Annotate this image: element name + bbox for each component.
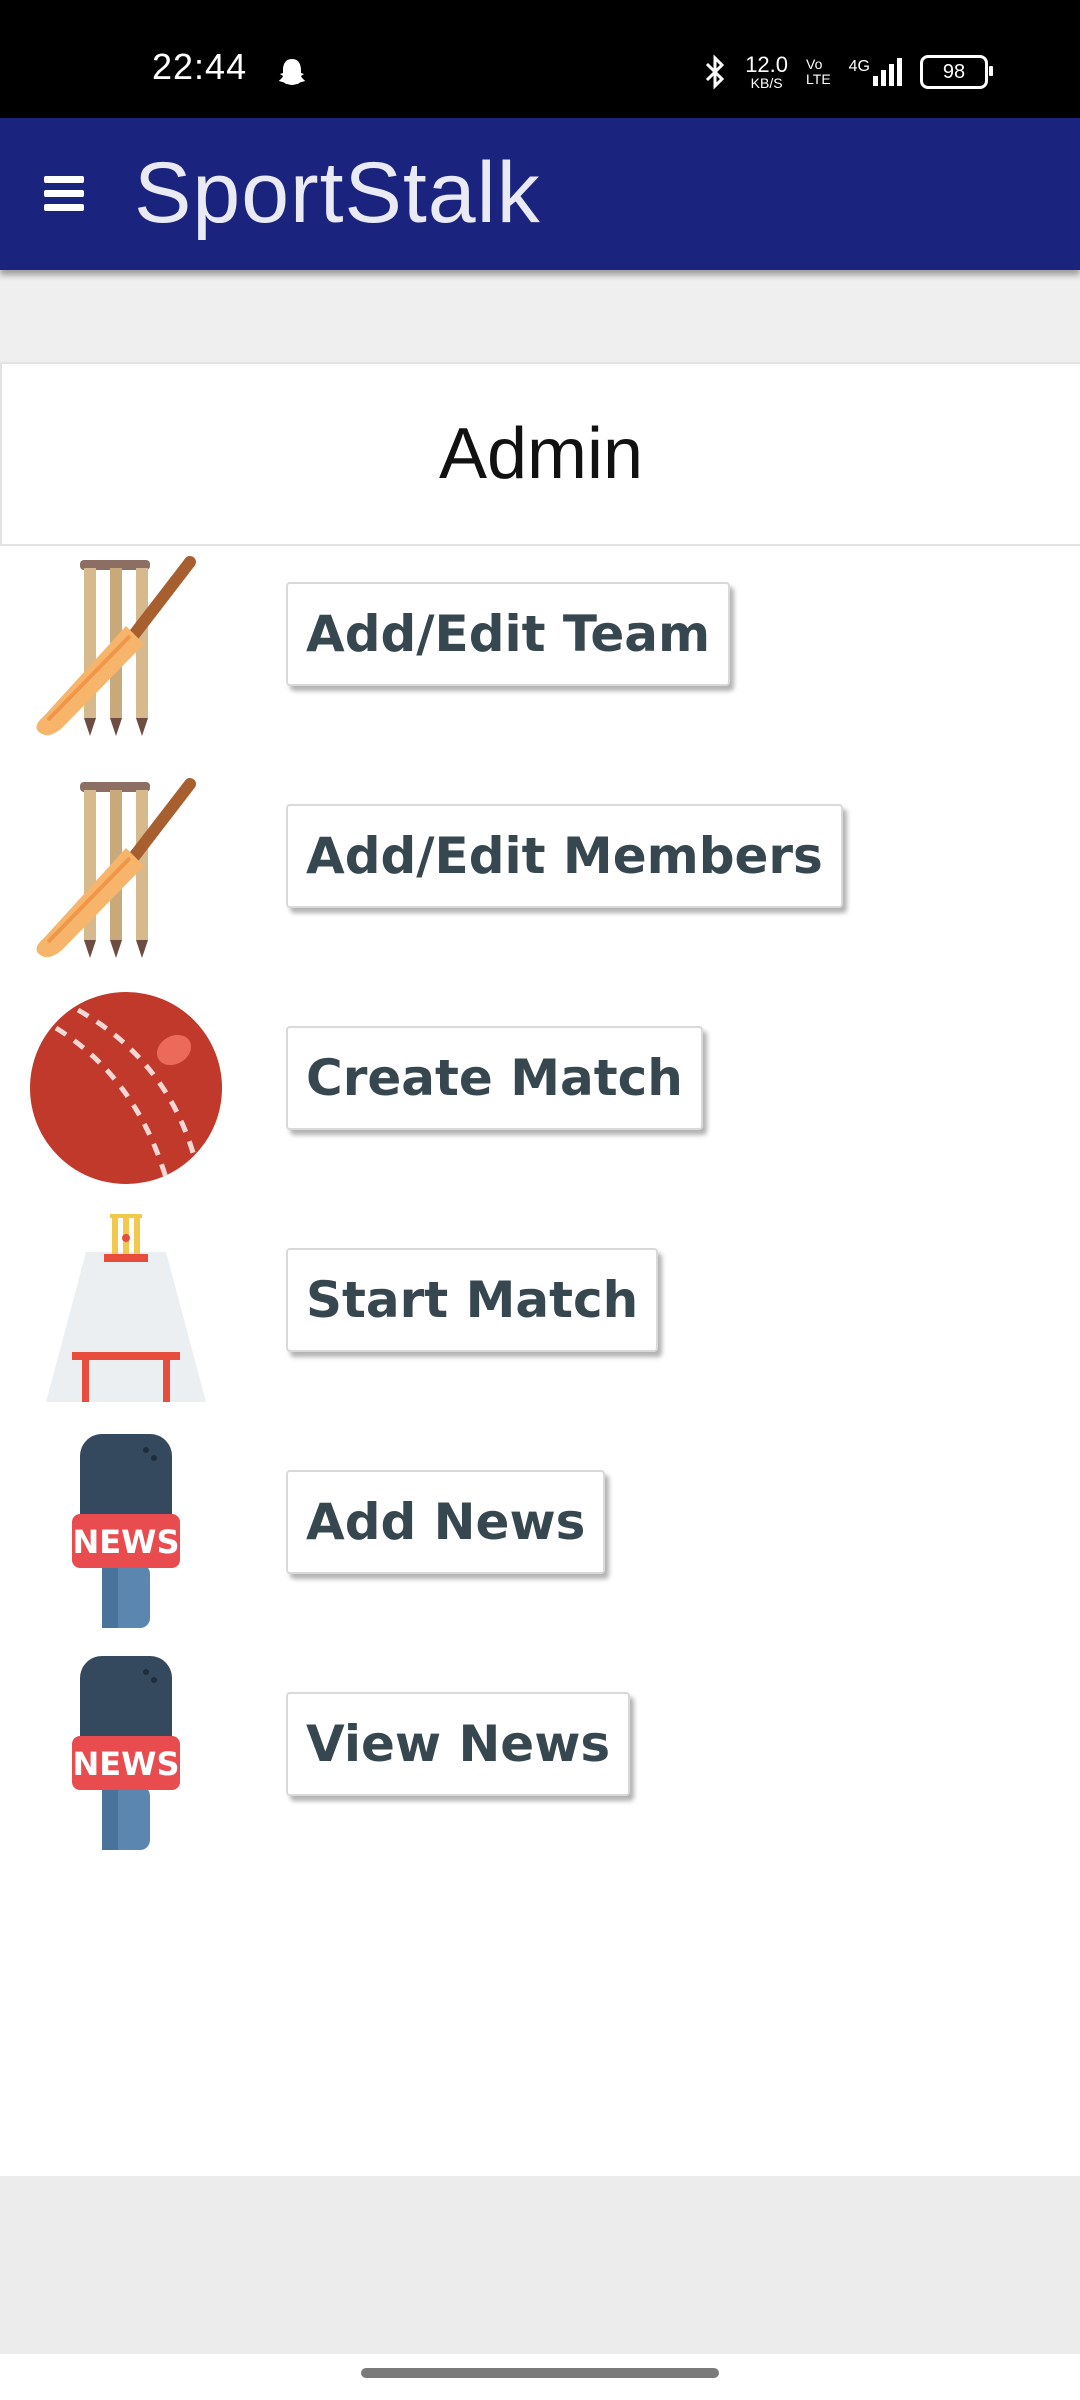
menu-row-create-match: Create Match — [0, 988, 1080, 1188]
news-label: NEWS — [73, 1745, 180, 1783]
add-news-button[interactable]: Add News — [286, 1470, 606, 1574]
bottom-area — [0, 2176, 1080, 2354]
cricket-bat-wickets-icon — [26, 766, 226, 966]
menu-row-view-news: NEWS View News — [0, 1654, 1080, 1854]
status-bar: 22:44 12.0 KB/S Vo LTE 4G 98 — [0, 0, 1080, 118]
news-microphone-icon: NEWS — [26, 1432, 226, 1632]
battery-level: 98 — [942, 60, 966, 83]
header-spacer — [0, 270, 1080, 362]
menu-row-add-edit-members: Add/Edit Members — [0, 766, 1080, 966]
notification-ghost-icon — [279, 59, 305, 85]
network-speed-unit: KB/S — [750, 75, 783, 91]
view-news-button[interactable]: View News — [286, 1692, 631, 1796]
add-edit-team-button[interactable]: Add/Edit Team — [286, 582, 731, 686]
admin-header-card: Admin — [0, 362, 1080, 546]
news-microphone-icon: NEWS — [26, 1654, 226, 1854]
start-match-button[interactable]: Start Match — [286, 1248, 659, 1352]
volte-bottom: LTE — [806, 71, 831, 87]
signal-strength-icon: 4G — [849, 58, 902, 86]
network-speed: 12.0 KB/S — [745, 52, 789, 91]
cricket-bat-wickets-icon — [26, 544, 226, 744]
volte-indicator: Vo LTE — [806, 57, 831, 86]
network-type: 4G — [848, 58, 870, 75]
status-indicators: 12.0 KB/S Vo LTE 4G 98 — [703, 50, 993, 94]
gesture-navigation-handle[interactable] — [361, 2368, 719, 2378]
battery-icon: 98 — [920, 55, 993, 89]
status-time: 22:44 — [152, 46, 248, 87]
volte-top: Vo — [806, 56, 823, 73]
menu-row-add-news: NEWS Add News — [0, 1432, 1080, 1632]
menu-row-add-edit-team: Add/Edit Team — [0, 544, 1080, 744]
hamburger-menu-icon[interactable] — [44, 176, 84, 212]
add-edit-members-button[interactable]: Add/Edit Members — [286, 804, 843, 908]
network-speed-value: 12.0 — [745, 52, 789, 77]
cricket-pitch-icon — [26, 1210, 226, 1410]
create-match-button[interactable]: Create Match — [286, 1026, 703, 1130]
cricket-ball-icon — [26, 988, 226, 1188]
news-label: NEWS — [73, 1523, 180, 1561]
app-bar: SportStalk — [0, 118, 1080, 270]
app-title: SportStalk — [134, 145, 541, 241]
page-title: Admin — [438, 414, 644, 494]
bluetooth-icon — [706, 54, 725, 90]
menu-row-start-match: Start Match — [0, 1210, 1080, 1410]
